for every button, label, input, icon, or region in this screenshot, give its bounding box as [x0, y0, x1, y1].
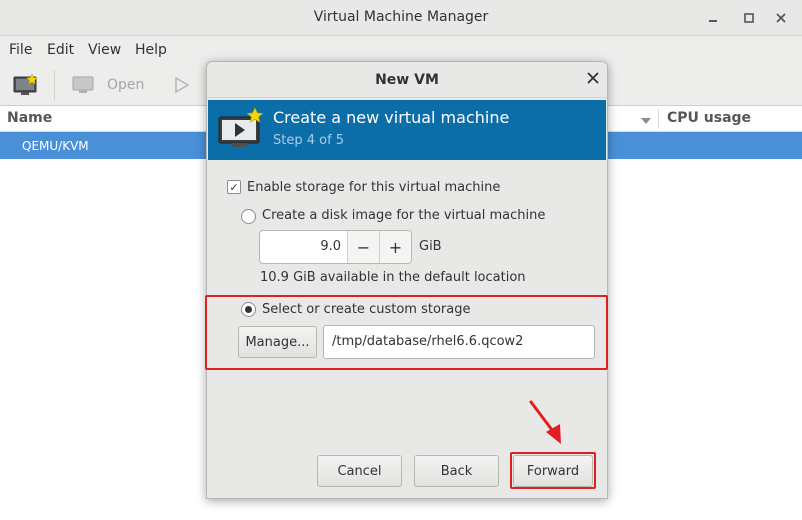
open-button[interactable]: Open [107, 77, 144, 93]
menu-help[interactable]: Help [135, 42, 167, 58]
menubar: File Edit View Help [0, 36, 802, 64]
available-space-text: 10.9 GiB available in the default locati… [260, 270, 526, 285]
dialog-titlebar: New VM [207, 62, 607, 98]
connection-label: QEMU/KVM [22, 139, 89, 153]
toolbar-separator [54, 70, 55, 100]
run-icon[interactable] [174, 76, 190, 98]
monitor-icon[interactable] [72, 75, 94, 99]
annotation-arrow-icon [527, 400, 567, 452]
storage-path-text: /tmp/database/rhel6.6.qcow2 [332, 334, 524, 349]
menu-view[interactable]: View [88, 42, 121, 58]
storage-path-input[interactable]: /tmp/database/rhel6.6.qcow2 [323, 325, 595, 359]
column-cpu-header[interactable]: CPU usage [667, 110, 751, 126]
window-title: Virtual Machine Manager [313, 9, 489, 25]
menu-edit[interactable]: Edit [47, 42, 74, 58]
disk-unit-label: GiB [419, 239, 442, 254]
disk-size-stepper[interactable]: 9.0 − + [259, 230, 412, 264]
manage-button[interactable]: Manage... [238, 326, 317, 358]
custom-storage-radio[interactable] [241, 302, 256, 317]
column-divider [658, 109, 659, 129]
close-icon[interactable] [772, 9, 790, 27]
new-vm-header-icon [217, 107, 265, 156]
dialog-title: New VM [375, 72, 439, 88]
create-disk-label: Create a disk image for the virtual mach… [262, 208, 546, 223]
enable-storage-checkbox[interactable]: ✓ [227, 180, 241, 194]
forward-button[interactable]: Forward [513, 455, 593, 487]
sort-dropdown-icon[interactable] [640, 114, 652, 129]
wizard-step-indicator: Step 4 of 5 [273, 133, 345, 148]
wizard-header: Create a new virtual machine Step 4 of 5 [208, 100, 606, 160]
create-disk-radio[interactable] [241, 209, 256, 224]
custom-storage-label: Select or create custom storage [262, 302, 471, 317]
back-button[interactable]: Back [414, 455, 499, 487]
enable-storage-label: Enable storage for this virtual machine [247, 180, 501, 195]
menu-file[interactable]: File [9, 42, 32, 58]
dialog-close-icon[interactable] [587, 72, 599, 88]
maximize-icon[interactable] [740, 9, 758, 27]
decrement-button[interactable]: − [347, 231, 379, 263]
increment-button[interactable]: + [379, 231, 411, 263]
disk-size-value[interactable]: 9.0 [320, 239, 341, 254]
cancel-button[interactable]: Cancel [317, 455, 402, 487]
column-name-header[interactable]: Name [7, 110, 52, 126]
new-vm-icon[interactable] [13, 73, 39, 101]
main-titlebar: Virtual Machine Manager [0, 0, 802, 36]
new-vm-dialog: New VM Create a new virtual machine Step… [205, 61, 608, 499]
wizard-heading: Create a new virtual machine [273, 108, 510, 127]
minimize-icon[interactable] [704, 9, 722, 27]
